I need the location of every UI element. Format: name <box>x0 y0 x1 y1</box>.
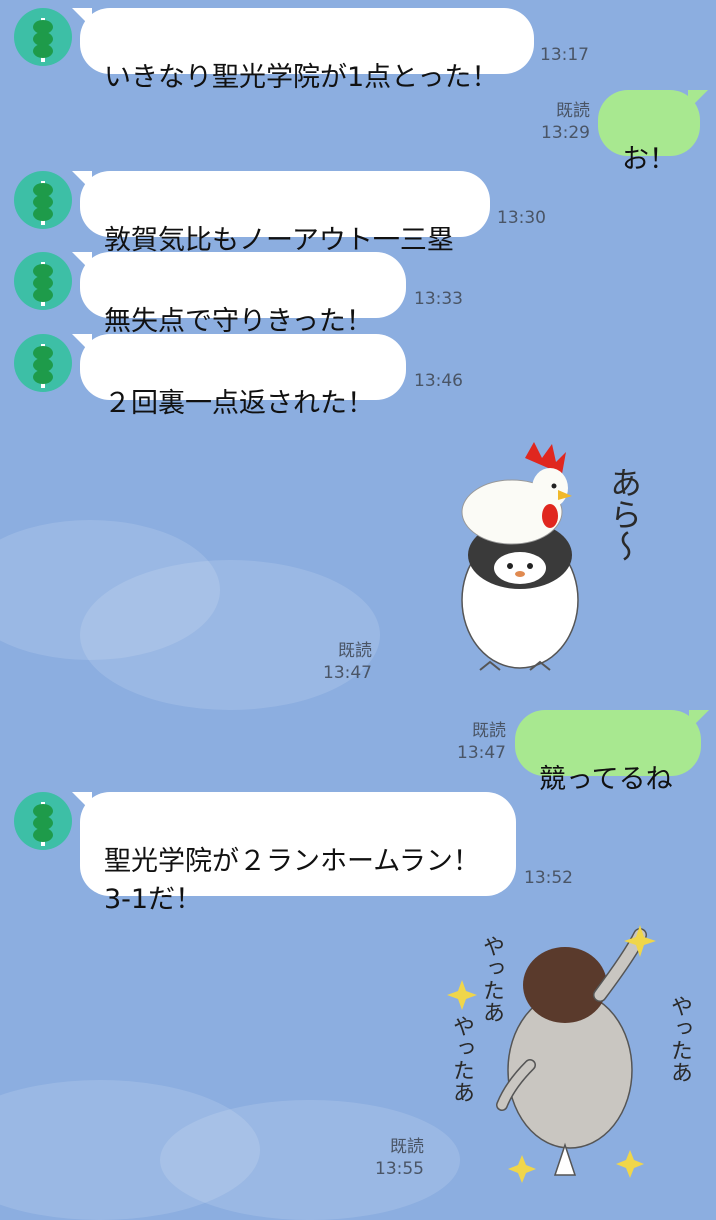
dango-icon <box>33 181 53 225</box>
message-time: 13:55 <box>375 1159 424 1179</box>
dango-icon <box>33 344 53 388</box>
message-bubble[interactable]: お！ <box>598 90 708 175</box>
message-time: 13:33 <box>414 289 463 309</box>
message-meta: 13:17 <box>540 44 592 66</box>
message-time: 13:47 <box>457 743 506 763</box>
avatar[interactable] <box>14 334 72 392</box>
message-time: 13:52 <box>524 868 573 888</box>
dango-icon <box>33 18 53 62</box>
message-time: 13:29 <box>541 123 590 143</box>
avatar[interactable] <box>14 792 72 850</box>
sticker-caption: やったあ <box>449 1015 474 1103</box>
avatar[interactable] <box>14 171 72 229</box>
message-bubble[interactable]: 競ってるね <box>515 710 709 795</box>
message-meta: 13:30 <box>497 207 549 229</box>
message-time: 13:47 <box>323 663 372 683</box>
message-bubble[interactable]: 無失点で守りきった！ <box>72 252 406 337</box>
message-meta: 13:52 <box>524 867 576 889</box>
message-time: 13:17 <box>540 45 589 65</box>
dango-icon <box>33 262 53 306</box>
message-meta: 13:33 <box>414 288 466 310</box>
message-bubble[interactable]: ２回裏一点返された！ <box>72 334 406 419</box>
penguin-cheer-sticker[interactable]: やったあ やったあ やったあ <box>440 915 700 1185</box>
message-bubble[interactable]: いきなり聖光学院が1点とった！ <box>72 8 534 93</box>
read-receipt: 既読 <box>556 101 590 121</box>
read-receipt: 既読 <box>472 721 506 741</box>
message-time: 13:46 <box>414 371 463 391</box>
sticker-caption: あら～ <box>605 466 643 562</box>
message-meta: 既読 13:55 <box>364 1136 424 1180</box>
message-bubble[interactable]: 聖光学院が２ランホームラン！ 3-1だ！ <box>72 792 516 915</box>
message-meta: 13:46 <box>414 370 466 392</box>
sticker-caption: やったあ <box>667 995 692 1083</box>
sticker-caption: やったあ <box>479 935 504 1023</box>
dango-icon <box>33 802 53 846</box>
penguin-rooster-sticker[interactable]: あら～ <box>450 430 650 680</box>
message-bubble[interactable]: 敦賀気比もノーアウト一三塁 <box>72 171 490 256</box>
message-meta: 既読 13:47 <box>312 640 372 684</box>
message-meta: 既読 13:47 <box>446 720 506 764</box>
message-meta: 既読 13:29 <box>530 100 590 144</box>
read-receipt: 既読 <box>338 641 372 661</box>
avatar[interactable] <box>14 252 72 310</box>
read-receipt: 既読 <box>390 1137 424 1157</box>
message-time: 13:30 <box>497 208 546 228</box>
avatar[interactable] <box>14 8 72 66</box>
